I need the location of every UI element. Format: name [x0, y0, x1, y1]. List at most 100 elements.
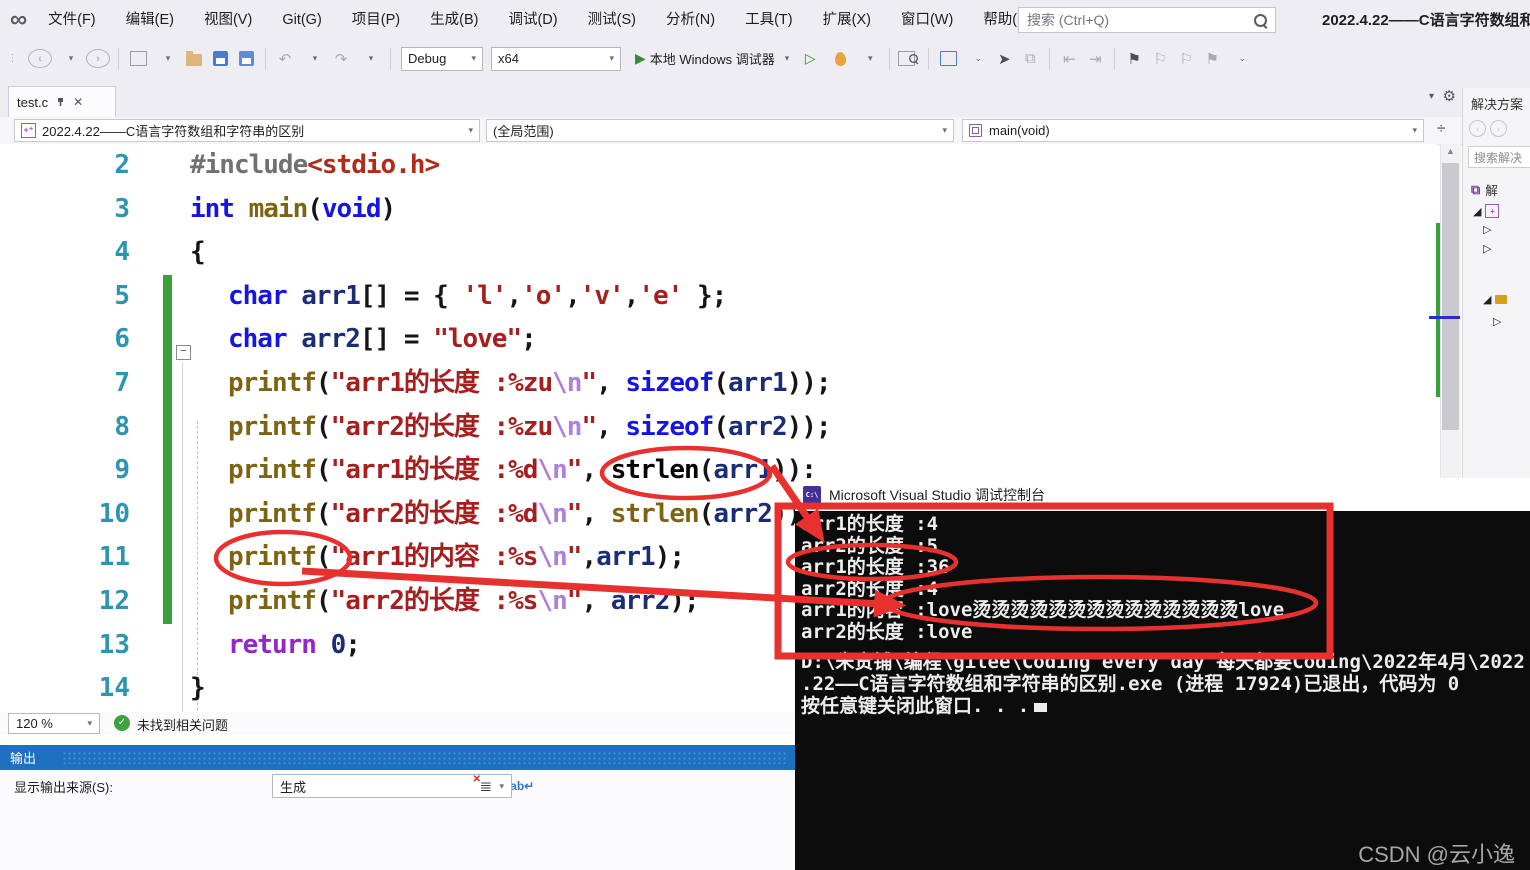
tree-item[interactable]: ◢: [1483, 293, 1507, 306]
debug-console-window[interactable]: C:\ Microsoft Visual Studio 调试控制台 arr1的长…: [795, 478, 1530, 870]
collapsed-arrow-icon[interactable]: ▷: [1483, 242, 1491, 255]
console-output-line: arr2的长度 :4: [801, 579, 938, 601]
split-window-icon[interactable]: ÷: [1437, 120, 1445, 137]
menu-item-测试S[interactable]: 测试(S): [573, 0, 651, 40]
hot-reload-dropdown[interactable]: ▾: [859, 46, 881, 72]
open-folder-icon[interactable]: [183, 46, 205, 72]
tab-list-dropdown-icon[interactable]: ▾: [1429, 91, 1434, 102]
change-bar: [163, 275, 172, 319]
code-line-6: 6char arr2[] = "love";: [0, 318, 1437, 362]
clear-all-output-icon[interactable]: ≣: [480, 777, 493, 795]
search-input[interactable]: 搜索 (Ctrl+Q): [1018, 7, 1276, 33]
menu-item-工具T[interactable]: 工具(T): [730, 0, 808, 40]
code-fold-toggle[interactable]: −: [176, 345, 191, 360]
zoom-level-dropdown[interactable]: 120 %▾: [8, 713, 100, 734]
scrollbar-up-icon[interactable]: ▲: [1446, 146, 1455, 156]
decrease-indent-icon[interactable]: ⇤: [1058, 46, 1080, 72]
configuration-dropdown[interactable]: Debug▾: [401, 47, 483, 71]
solution-explorer-icon[interactable]: [937, 46, 959, 72]
menu-item-编辑E[interactable]: 编辑(E): [111, 0, 189, 40]
toolbar-overflow[interactable]: ⌄: [1231, 46, 1253, 72]
menu-item-GitG[interactable]: Git(G): [267, 0, 336, 40]
console-exit-line: .22——C语言字符数组和字符串的区别.exe (进程 17924)已退出，代码…: [801, 674, 1459, 696]
code-text: printf("arr1的内容 :%s\n",arr1);: [228, 536, 684, 580]
redo-dropdown[interactable]: ▾: [360, 46, 382, 72]
code-line-3: 3int main(void): [0, 188, 1437, 232]
close-tab-icon[interactable]: ✕: [73, 95, 83, 109]
console-title-bar[interactable]: C:\ Microsoft Visual Studio 调试控制台: [795, 478, 1530, 511]
line-number: 12: [0, 580, 130, 624]
hot-reload-icon[interactable]: [829, 46, 851, 72]
new-project-dropdown[interactable]: ▾: [157, 46, 179, 72]
tree-item[interactable]: ▷: [1483, 223, 1491, 236]
console-output-line: arr1的内容 :love烫烫烫烫烫烫烫烫烫烫烫烫烫烫love: [801, 600, 1284, 622]
save-all-icon[interactable]: [235, 46, 257, 72]
next-bookmark-icon[interactable]: ⚐: [1175, 46, 1197, 72]
navigate-back-button[interactable]: ‹: [28, 49, 52, 68]
sol-forward-icon[interactable]: ›: [1490, 120, 1507, 137]
member-dropdown[interactable]: main(void)▾: [962, 119, 1424, 142]
menu-item-调试D[interactable]: 调试(D): [493, 0, 572, 40]
scrollbar-thumb[interactable]: [1442, 163, 1459, 430]
redo-icon[interactable]: ↷: [330, 46, 352, 72]
change-bar: [163, 362, 172, 406]
solution-search-input[interactable]: 搜索解决: [1468, 146, 1530, 168]
start-debug-button[interactable]: ▶本地 Windows 调试器▾: [635, 46, 789, 72]
caret-position-mark: [1429, 316, 1460, 319]
word-wrap-icon[interactable]: ab↵: [510, 779, 534, 793]
output-panel-title: 输出: [10, 748, 36, 767]
previous-bookmark-icon[interactable]: ⚐: [1149, 46, 1171, 72]
start-without-debug-icon[interactable]: ▷: [799, 46, 821, 72]
bookmark-icon[interactable]: ⚑: [1123, 46, 1145, 72]
peek-definition-icon[interactable]: ⧉: [1019, 46, 1041, 72]
scope-dropdown[interactable]: (全局范围)▾: [486, 119, 954, 142]
menu-item-生成B[interactable]: 生成(B): [415, 0, 493, 40]
tree-item[interactable]: ◢+: [1473, 204, 1499, 218]
tab-test-c[interactable]: test.c ✕: [8, 86, 116, 117]
solution-root-item[interactable]: ⧉ 解: [1471, 180, 1498, 199]
health-message: 未找到相关问题: [137, 715, 228, 734]
tab-label: test.c: [17, 95, 48, 110]
collapsed-arrow-icon[interactable]: ▷: [1483, 223, 1491, 236]
navigate-forward-button[interactable]: ›: [86, 49, 110, 68]
cpp-project-icon: +⁺: [21, 123, 36, 138]
console-exit-line: D:\朱贵铺\编程\gitee\Coding every day 每天都要Cod…: [801, 652, 1525, 674]
search-icon[interactable]: [1254, 14, 1267, 27]
menu-item-项目P[interactable]: 项目(P): [337, 0, 415, 40]
expanded-arrow-icon[interactable]: ◢: [1483, 293, 1491, 306]
tree-item[interactable]: ▷: [1493, 315, 1501, 328]
project-dropdown[interactable]: +⁺ 2022.4.22——C语言字符数组和字符串的区别▾: [14, 119, 480, 142]
clear-bookmarks-icon[interactable]: ⚑: [1201, 46, 1223, 72]
console-app-icon: C:\: [803, 486, 821, 504]
line-number: 13: [0, 624, 130, 668]
menu-item-扩展X[interactable]: 扩展(X): [808, 0, 886, 40]
navigate-cursor-icon[interactable]: ➤: [993, 46, 1015, 72]
sol-back-icon[interactable]: ‹: [1469, 120, 1486, 137]
line-number: 7: [0, 362, 130, 406]
code-text: printf("arr2的长度 :%zu\n", sizeof(arr2));: [228, 406, 831, 450]
solution-explorer-dropdown[interactable]: ⌄: [967, 46, 989, 72]
collapsed-arrow-icon[interactable]: ▷: [1493, 315, 1501, 328]
console-output-line: arr2的长度 :love: [801, 622, 972, 644]
tree-item[interactable]: ▷: [1483, 242, 1491, 255]
expanded-arrow-icon[interactable]: ◢: [1473, 205, 1481, 218]
find-in-files-icon[interactable]: [898, 46, 920, 72]
change-bar: [163, 536, 172, 580]
menu-item-文件F[interactable]: 文件(F): [33, 0, 111, 40]
code-line-4: 4{: [0, 231, 1437, 275]
undo-dropdown[interactable]: ▾: [304, 46, 326, 72]
increase-indent-icon[interactable]: ⇥: [1084, 46, 1106, 72]
new-project-icon[interactable]: [127, 46, 149, 72]
change-bar: [163, 406, 172, 450]
platform-dropdown[interactable]: x64▾: [491, 47, 621, 71]
undo-icon[interactable]: ↶: [274, 46, 296, 72]
menu-item-视图V[interactable]: 视图(V): [189, 0, 267, 40]
navigate-back-dropdown[interactable]: ▾: [60, 46, 82, 72]
menu-item-窗口W[interactable]: 窗口(W): [886, 0, 968, 40]
code-text: char arr1[] = { 'l','o','v','e' };: [228, 275, 726, 319]
pin-icon[interactable]: [55, 97, 66, 108]
menu-item-分析N[interactable]: 分析(N): [651, 0, 730, 40]
panel-gap: [0, 735, 795, 745]
save-icon[interactable]: [209, 46, 231, 72]
tab-options-gear-icon[interactable]: ⚙: [1443, 87, 1456, 105]
